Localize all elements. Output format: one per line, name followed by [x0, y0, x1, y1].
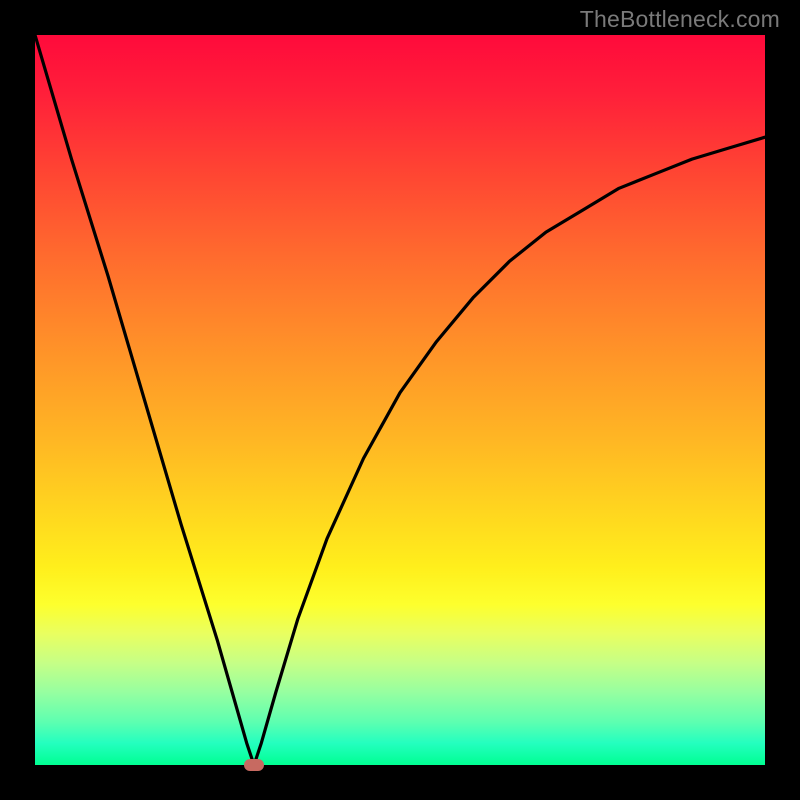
plot-area — [35, 35, 765, 765]
chart-stage: TheBottleneck.com — [0, 0, 800, 800]
curve-svg — [35, 35, 765, 765]
bottleneck-curve — [35, 35, 765, 765]
watermark-text: TheBottleneck.com — [580, 6, 780, 33]
minimum-marker — [244, 759, 264, 771]
